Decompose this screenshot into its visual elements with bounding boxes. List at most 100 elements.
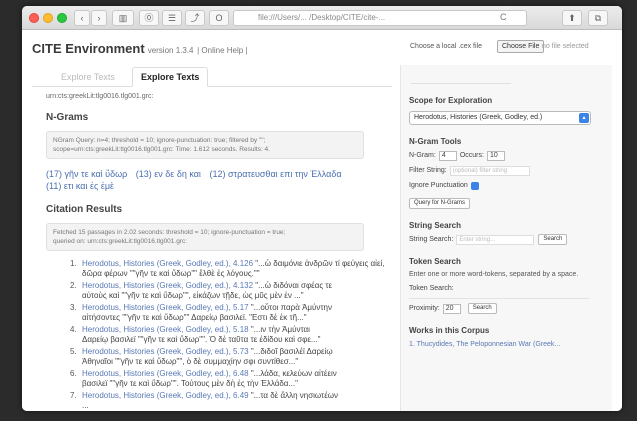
- current-urn: urn:cts:greekLit:tlg0016.tlg001.grc:: [46, 93, 154, 100]
- tab-explore-texts[interactable]: Explore Texts: [132, 67, 209, 87]
- citation-link[interactable]: Herodotus, Histories (Greek, Godley, ed.…: [82, 281, 253, 290]
- ngram-tools-heading: N-Gram Tools: [409, 137, 462, 146]
- citation-number: 6.: [70, 369, 77, 378]
- citation-results-heading: Citation Results: [46, 204, 123, 215]
- citation-text: Δαρείῳ βασιλεϊ ""γῆν τε καὶ ὕδωρ"". Ὁ δὲ…: [82, 335, 321, 344]
- scope-selected-value: Herodotus, Histories (Greek, Godley, ed.…: [414, 114, 543, 121]
- citation-item: 1. Herodotus, Histories (Greek, Godley, e…: [70, 259, 385, 279]
- status-line: queried on: urn:cts:greekLit:tlg0016.tlg…: [53, 238, 188, 245]
- citation-item: 7. Herodotus, Histories (Greek, Godley, e…: [70, 391, 370, 411]
- citation-text: αἰτήσοντες ""γῆν τε καὶ ὕδωρ"" Δαρείῳ βα…: [82, 313, 307, 322]
- tools-sidebar: Scope for Exploration Herodotus, Histori…: [400, 65, 612, 411]
- works-heading: Works in this Corpus: [409, 326, 490, 335]
- extension-icon[interactable]: ⓪: [139, 10, 159, 26]
- citation-link[interactable]: Herodotus, Histories (Greek, Godley, ed.…: [82, 325, 249, 334]
- citation-text: ...: [82, 401, 89, 410]
- bookmark-icon[interactable]: ⤴: [185, 10, 205, 26]
- choose-file-button[interactable]: Choose File: [497, 40, 545, 53]
- token-search-label: Token Search:: [409, 285, 454, 292]
- occurs-label: Occurs:: [459, 152, 484, 159]
- page-content: CITE Environment version 1.3.4 | Online H…: [22, 31, 622, 411]
- app-title-text: CITE Environment: [32, 41, 145, 56]
- token-search-heading: Token Search: [409, 257, 461, 266]
- token-search-input[interactable]: [409, 298, 589, 299]
- tab-bar: Explore Texts Explore Texts: [32, 65, 392, 87]
- ngram-size-label: N-Gram:: [409, 152, 436, 159]
- status-line: Fetched 15 passages in 2.02 seconds: thr…: [53, 229, 286, 236]
- filter-string-input[interactable]: (optional) filter string: [449, 165, 530, 176]
- scope-select[interactable]: Herodotus, Histories (Greek, Godley, ed.…: [409, 111, 591, 125]
- citation-text: "...λάδα, κελεύων αἰτέειν: [248, 369, 337, 378]
- address-bar[interactable]: file:///Users/... /Desktop/CITE/cite-...: [233, 10, 527, 26]
- zoom-window-button[interactable]: [57, 13, 67, 23]
- proximity-label: Proximity:: [409, 305, 440, 312]
- share-icon[interactable]: ⬆: [562, 10, 582, 26]
- string-search-input[interactable]: Enter string...: [456, 234, 535, 245]
- proximity-input[interactable]: 20: [442, 303, 461, 314]
- close-window-button[interactable]: [29, 13, 39, 23]
- citation-item: 2. Herodotus, Histories (Greek, Godley, e…: [70, 281, 370, 301]
- forward-icon[interactable]: ›: [91, 10, 107, 26]
- work-link[interactable]: 1. Thucydides, The Peloponnesian War (Gr…: [409, 341, 612, 348]
- citation-link[interactable]: Herodotus, Histories (Greek, Godley, ed.…: [82, 259, 253, 268]
- citation-query-status: Fetched 15 passages in 2.02 seconds: thr…: [46, 223, 364, 251]
- token-search-description: Enter one or more word-tokens, separated…: [409, 271, 579, 278]
- citation-number: 2.: [70, 281, 77, 290]
- citation-link[interactable]: Herodotus, Histories (Greek, Godley, ed.…: [82, 303, 249, 312]
- ngram-query-status: NGram Query: n=4; threshold = 10; ignore…: [46, 131, 364, 159]
- token-search-row: Token Search:: [409, 283, 612, 294]
- sidebar-toggle-icon[interactable]: ▥: [112, 10, 134, 26]
- status-line: NGram Query: n=4; threshold = 10; ignore…: [53, 137, 266, 144]
- citation-item: 4. Herodotus, Histories (Greek, Godley, e…: [70, 325, 370, 345]
- occurs-input[interactable]: 10: [486, 150, 505, 161]
- citation-number: 1.: [70, 259, 77, 268]
- citation-link[interactable]: Herodotus, Histories (Greek, Godley, ed.…: [82, 369, 249, 378]
- opera-icon[interactable]: O: [209, 10, 229, 26]
- ngram-result-link[interactable]: (12) στρατευσθαι επι την Ἑλλαδα: [209, 169, 341, 179]
- menu-icon[interactable]: ☰: [162, 10, 182, 26]
- app-title: CITE Environment version 1.3.4 | Online H…: [32, 41, 248, 56]
- citation-text: "...ὦ δαιμόνιε ἀνδρῶν τί φεύγεις αἰεί,: [253, 259, 385, 268]
- ignore-punctuation-checkbox[interactable]: [470, 181, 479, 190]
- online-help-link[interactable]: | Online Help |: [197, 46, 247, 55]
- tab-explore-texts-inactive[interactable]: Explore Texts: [52, 67, 124, 87]
- local-file-label: Choose a local .cex file: [410, 43, 482, 50]
- citation-text: "...ιν τὴν Ἀμύνται: [248, 325, 310, 334]
- ngram-params-row: N-Gram: 4 Occurs: 10: [409, 150, 612, 161]
- citation-text: "...τα δὲ ἄλλη νησιωτέων: [248, 391, 339, 400]
- citation-text: αὐτοὺς καὶ ""γῆν τε καὶ ὕδωρ"", εἰκάζων …: [82, 291, 304, 300]
- app-version: version 1.3.4: [147, 46, 194, 55]
- ngram-result-link[interactable]: (11) ετι και ἐς ἐμὲ: [46, 181, 114, 191]
- minimize-window-button[interactable]: [43, 13, 53, 23]
- string-search-label: String Search:: [409, 236, 454, 243]
- ngram-size-input[interactable]: 4: [438, 150, 457, 161]
- citation-number: 3.: [70, 303, 77, 312]
- citation-link[interactable]: Herodotus, Histories (Greek, Godley, ed.…: [82, 391, 249, 400]
- ngram-result-link[interactable]: (17) γῆν τε καὶ ὕδωρ: [46, 169, 127, 179]
- main-column: Explore Texts Explore Texts urn:cts:gree…: [32, 65, 392, 411]
- ignore-punctuation-row: Ignore Punctuation: [409, 180, 612, 191]
- citation-text: "...οὗτοι παρὰ Ἀμύντην: [248, 303, 333, 312]
- citation-text: Ἀθηναῖοι ""γῆν τε καὶ ὕδωρ"", ὁ δὲ συμμα…: [82, 357, 299, 366]
- ignore-punctuation-label: Ignore Punctuation: [409, 182, 468, 189]
- citation-item: 6. Herodotus, Histories (Greek, Godley, e…: [70, 369, 370, 389]
- select-arrows-icon: ▴: [579, 113, 589, 123]
- status-line: scope=urn:cts:greekLit:tlg0016.tlg001.gr…: [53, 146, 270, 153]
- filter-string-label: Filter String:: [409, 167, 447, 174]
- ngrams-heading: N-Grams: [46, 112, 89, 123]
- ngram-result-link[interactable]: (13) εν δε δη και: [136, 169, 201, 179]
- back-icon[interactable]: ‹: [74, 10, 90, 26]
- citation-item: 3. Herodotus, Histories (Greek, Godley, e…: [70, 303, 370, 323]
- divider: [411, 83, 511, 84]
- tabs-overview-icon[interactable]: ⧉: [588, 10, 608, 26]
- citation-number: 4.: [70, 325, 77, 334]
- no-file-label: no file selected: [542, 43, 589, 50]
- scope-heading: Scope for Exploration: [409, 96, 493, 105]
- citation-link[interactable]: Herodotus, Histories (Greek, Godley, ed.…: [82, 347, 249, 356]
- query-ngrams-button[interactable]: Query for N-Grams: [409, 198, 471, 209]
- token-search-button[interactable]: Search: [467, 303, 497, 314]
- reload-icon[interactable]: C: [500, 10, 514, 24]
- citation-text: "...ὦ διδόναι σφέας τε: [253, 281, 333, 290]
- string-search-button[interactable]: Search: [538, 234, 568, 245]
- citation-number: 5.: [70, 347, 77, 356]
